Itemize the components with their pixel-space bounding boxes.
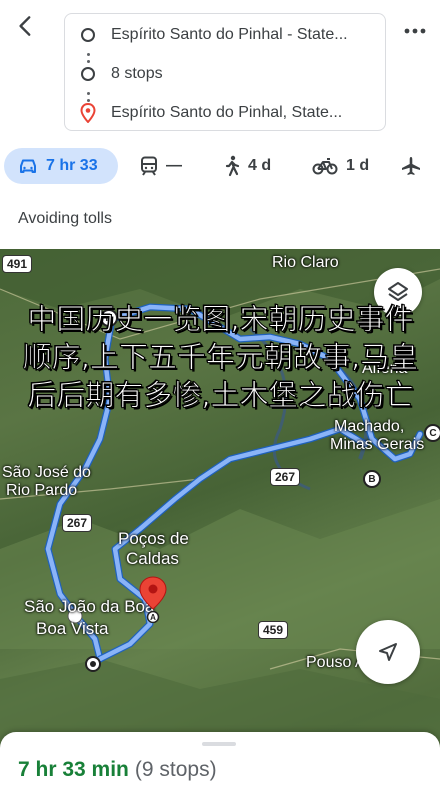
stop-marker-b[interactable]: B xyxy=(363,470,381,488)
destination-pin-icon xyxy=(80,103,96,123)
road-shield-267a: 267 xyxy=(270,468,301,486)
my-location-button[interactable] xyxy=(356,620,420,684)
walk-icon xyxy=(225,155,240,177)
navigation-arrow-icon xyxy=(379,643,397,661)
pin-a-label: A xyxy=(150,613,156,622)
more-options-button[interactable] xyxy=(398,16,432,46)
avoiding-tolls-label: Avoiding tolls xyxy=(18,210,112,227)
map-label-rio-claro: Rio Claro xyxy=(272,254,339,271)
map-label-sao-jose-1: São José do xyxy=(2,464,91,481)
car-icon xyxy=(20,159,36,173)
tab-drive[interactable]: 7 hr 33 xyxy=(4,148,118,184)
tab-transit[interactable]: — xyxy=(140,148,182,184)
map-label-sao-jose-2: Rio Pardo xyxy=(6,482,78,499)
destination-row[interactable]: Espírito Santo do Pinhal, State... xyxy=(65,95,385,131)
stops-row[interactable]: 8 stops xyxy=(65,56,385,92)
directions-header: Espírito Santo do Pinhal - State... 8 st… xyxy=(0,0,440,140)
origin-row[interactable]: Espírito Santo do Pinhal - State... xyxy=(65,17,385,53)
bicycle-icon xyxy=(312,158,338,175)
route-summary-sheet[interactable]: 7 hr 33 min (9 stops) xyxy=(0,732,440,796)
tab-drive-label: 7 hr 33 xyxy=(46,157,98,174)
more-horiz-icon xyxy=(404,28,426,34)
destination-pin-icon[interactable]: A xyxy=(138,575,168,623)
tab-transit-label: — xyxy=(166,157,182,174)
map-label-sjbv-2: Boa Vista xyxy=(36,619,109,638)
train-icon xyxy=(141,156,157,176)
map-label-pocos-1: Poços de xyxy=(118,529,189,548)
road-shield-491: 491 xyxy=(2,255,33,273)
tab-walk[interactable]: 4 d xyxy=(224,148,271,184)
map-label-sjbv-1: São João da Boa xyxy=(24,597,155,616)
destination-field[interactable]: Espírito Santo do Pinhal, State... xyxy=(111,104,373,122)
road-shield-267b: 267 xyxy=(62,514,93,532)
tab-bike-label: 1 d xyxy=(346,157,370,174)
tab-bike[interactable]: 1 d xyxy=(312,148,369,184)
tab-flight[interactable] xyxy=(400,148,422,184)
overlay-caption: 中国历史一览图,宋朝历史事件顺序,上下五千年元朝故事,马皇后后期有多惨,土木堡之… xyxy=(22,302,419,413)
route-card: Espírito Santo do Pinhal - State... 8 st… xyxy=(64,13,386,131)
map-label-pocos-2: Caldas xyxy=(126,549,179,568)
stops-circle-icon xyxy=(81,67,95,81)
back-button[interactable] xyxy=(8,8,44,44)
route-summary: 7 hr 33 min (9 stops) xyxy=(18,758,217,782)
route-stops-count: (9 stops) xyxy=(134,758,217,781)
route-duration: 7 hr 33 min xyxy=(18,758,129,781)
tab-walk-label: 4 d xyxy=(248,157,272,174)
travel-mode-tabs: 7 hr 33 — 4 d 1 d xyxy=(0,144,440,190)
stop-marker-c[interactable]: C xyxy=(424,424,440,442)
origin-field[interactable]: Espírito Santo do Pinhal - State... xyxy=(111,26,373,44)
stops-field[interactable]: 8 stops xyxy=(111,65,373,83)
arrow-left-icon xyxy=(19,16,31,36)
airplane-icon xyxy=(402,157,420,175)
sheet-drag-handle[interactable] xyxy=(202,742,236,746)
map-label-minas-gerais: Minas Gerais xyxy=(330,436,425,453)
road-shield-459: 459 xyxy=(258,621,289,639)
origin-circle-icon xyxy=(81,28,95,42)
map-label-machado: Machado, xyxy=(334,418,405,435)
